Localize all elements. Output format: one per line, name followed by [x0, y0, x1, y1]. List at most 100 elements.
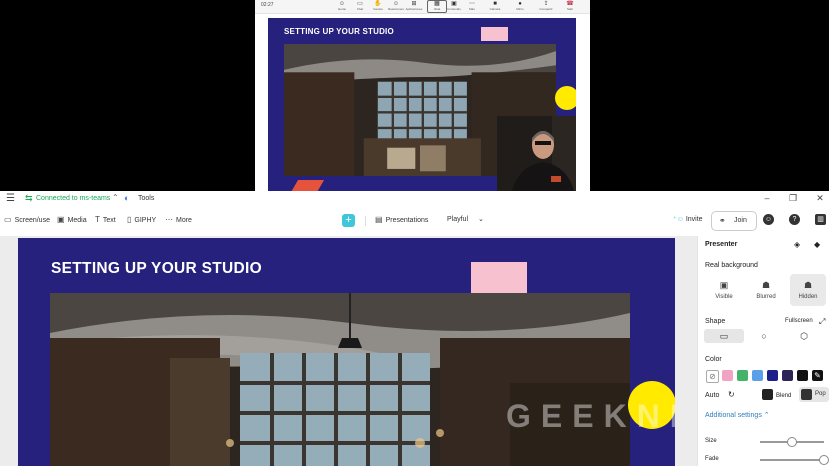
expand-icon[interactable]: ⤢ [819, 317, 825, 327]
additional-settings-toggle[interactable]: Additional settings ⌃ [705, 411, 770, 419]
meeting-timer: 02:27 [261, 2, 274, 8]
layers-icon[interactable]: ◈ [794, 240, 800, 249]
layers-alt-icon[interactable]: ◆ [814, 240, 820, 249]
teams-meeting-window: 02:27 ☺ Gente ▭ Chat ✋ Gestos ☺ Reacciones ⊞… [255, 0, 590, 191]
link-icon: ⚭ [719, 216, 726, 225]
title-bar: ☰ ⇆ Connected to ms-teams ⌃ ◐ Tools – ❐ … [0, 191, 829, 207]
help-icon[interactable]: ? [789, 214, 800, 225]
presentation-slide[interactable]: SETTING UP YOUR STUDIO GEEKN [18, 238, 675, 466]
eyedropper-icon[interactable]: ✎ [812, 370, 823, 381]
panel-title: Presenter [705, 241, 738, 248]
more-button[interactable]: ⋯ More [165, 215, 192, 224]
image-icon: ▣ [57, 215, 65, 224]
color-swatch[interactable] [767, 370, 778, 381]
fade-slider-handle[interactable] [818, 455, 829, 465]
background-hidden-option[interactable]: ☗ Hidden [790, 274, 826, 306]
size-label: Size [705, 438, 717, 444]
pop-option[interactable]: Pop [799, 387, 829, 402]
background-visible-option[interactable]: ▣ Visible [706, 274, 742, 306]
circle-icon: ○ [761, 331, 767, 341]
join-button[interactable]: ⚭ Join [711, 211, 757, 231]
hexagon-icon: ⬡ [800, 331, 808, 341]
menu-icon[interactable]: ☰ [6, 193, 15, 204]
background-blurred-option[interactable]: ☗ Blurred [748, 274, 784, 306]
fade-slider[interactable] [760, 455, 829, 465]
close-button[interactable]: ✕ [813, 193, 827, 204]
media-button[interactable]: ▣ Media [57, 215, 87, 224]
invite-button[interactable]: ⁺☺ Invite [673, 215, 703, 223]
person-hidden-icon: ☗ [803, 280, 813, 290]
teams-camera-button[interactable]: ■ Cámara [486, 1, 504, 11]
color-swatch[interactable] [782, 370, 793, 381]
shape-circle-option[interactable]: ○ [744, 329, 784, 343]
teams-apps-button[interactable]: ⊞ Aplicaciones [405, 1, 423, 11]
chevron-up-icon: ⌃ [763, 412, 770, 419]
giphy-icon: ▯ [127, 215, 132, 224]
tools-icon: ◐ [124, 193, 130, 203]
person-icon: ☗ [761, 280, 771, 290]
presenter-video [497, 116, 576, 191]
refresh-icon[interactable]: ↻ [728, 390, 735, 399]
slide-title: SETTING UP YOUR STUDIO [51, 260, 262, 277]
maximize-button[interactable]: ❐ [786, 193, 800, 204]
divider [365, 216, 366, 226]
yellow-circle [555, 86, 576, 110]
teams-more-button[interactable]: ⋯ Más [463, 1, 481, 11]
teams-leave-button[interactable]: ☎ Salir [561, 1, 579, 11]
shared-slide-title: SETTING UP YOUR STUDIO [284, 27, 394, 36]
chevron-down-icon: ⌄ [477, 216, 484, 223]
monitor-icon: ▭ [4, 215, 12, 224]
rectangle-icon: ▭ [719, 331, 729, 341]
teams-shared-stage: SETTING UP YOUR STUDIO [255, 14, 590, 191]
teams-mic-button[interactable]: ● Micro [511, 1, 529, 11]
sidebar-toggle-icon[interactable]: ▥ [815, 214, 826, 225]
screen-button[interactable]: ▭ Screen/use [4, 215, 50, 224]
tools-menu[interactable]: Tools [138, 195, 154, 202]
pop-thumbnail [801, 389, 812, 400]
presentations-button[interactable]: ▤ Presentations [375, 215, 428, 224]
theme-dropdown[interactable]: Playful ⌄ [447, 215, 484, 223]
color-swatch[interactable] [797, 370, 808, 381]
blend-thumbnail[interactable] [762, 389, 773, 400]
size-slider[interactable] [760, 437, 824, 447]
teams-gestures-button[interactable]: ✋ Gestos [369, 1, 387, 11]
text-button[interactable]: T Text [95, 215, 116, 224]
pink-block [481, 27, 508, 41]
no-color-swatch[interactable]: ⊘ [706, 370, 719, 383]
avatar[interactable]: ☺ [763, 214, 774, 225]
giphy-button[interactable]: ▯ GIPHY [127, 215, 156, 224]
chevron-up-icon[interactable]: ⌃ [112, 193, 119, 202]
color-swatch[interactable] [752, 370, 763, 381]
add-button[interactable]: + [342, 214, 355, 227]
text-icon: T [95, 215, 100, 224]
size-slider-handle[interactable] [786, 437, 797, 447]
teams-view-button[interactable]: ▦ Vista [427, 0, 447, 13]
teams-control-bar: 02:27 ☺ Gente ▭ Chat ✋ Gestos ☺ Reacciones ⊞… [255, 0, 590, 14]
presenter-panel: Presenter ◈ ◆ Real background ▣ Visible ☗… [697, 236, 829, 466]
minimize-button[interactable]: – [760, 193, 774, 203]
teams-reactions-button[interactable]: ☺ Reacciones [387, 1, 405, 11]
blend-option[interactable]: Blend [776, 393, 791, 399]
shape-label: Shape [705, 318, 726, 325]
connection-status[interactable]: Connected to ms-teams [36, 195, 110, 202]
real-background-label: Real background [705, 262, 758, 269]
watermark: GEEKNETIC [506, 398, 675, 434]
studio-photo [50, 293, 630, 466]
shared-slide-preview: SETTING UP YOUR STUDIO [268, 18, 576, 191]
color-swatch[interactable] [722, 370, 733, 381]
color-swatch[interactable] [737, 370, 748, 381]
auto-label: Auto [705, 392, 720, 399]
teams-people-button[interactable]: ☺ Gente [333, 1, 351, 11]
teams-content-button[interactable]: ▣ Contenido [445, 1, 463, 11]
shape-hexagon-option[interactable]: ⬡ [784, 329, 824, 343]
more-icon: ⋯ [165, 215, 173, 224]
shape-selector: ▭ ○ ⬡ [704, 329, 824, 343]
person-image-icon: ▣ [719, 280, 729, 290]
add-user-icon: ⁺☺ [673, 216, 684, 223]
teams-chat-button[interactable]: ▭ Chat [351, 1, 369, 11]
fade-label: Fade [705, 456, 719, 462]
shape-rectangle-option[interactable]: ▭ [704, 329, 744, 343]
pink-block [471, 262, 527, 294]
stage-canvas: SETTING UP YOUR STUDIO GEEKN [0, 236, 697, 466]
teams-share-button[interactable]: ⇪ Compartir [537, 1, 555, 11]
